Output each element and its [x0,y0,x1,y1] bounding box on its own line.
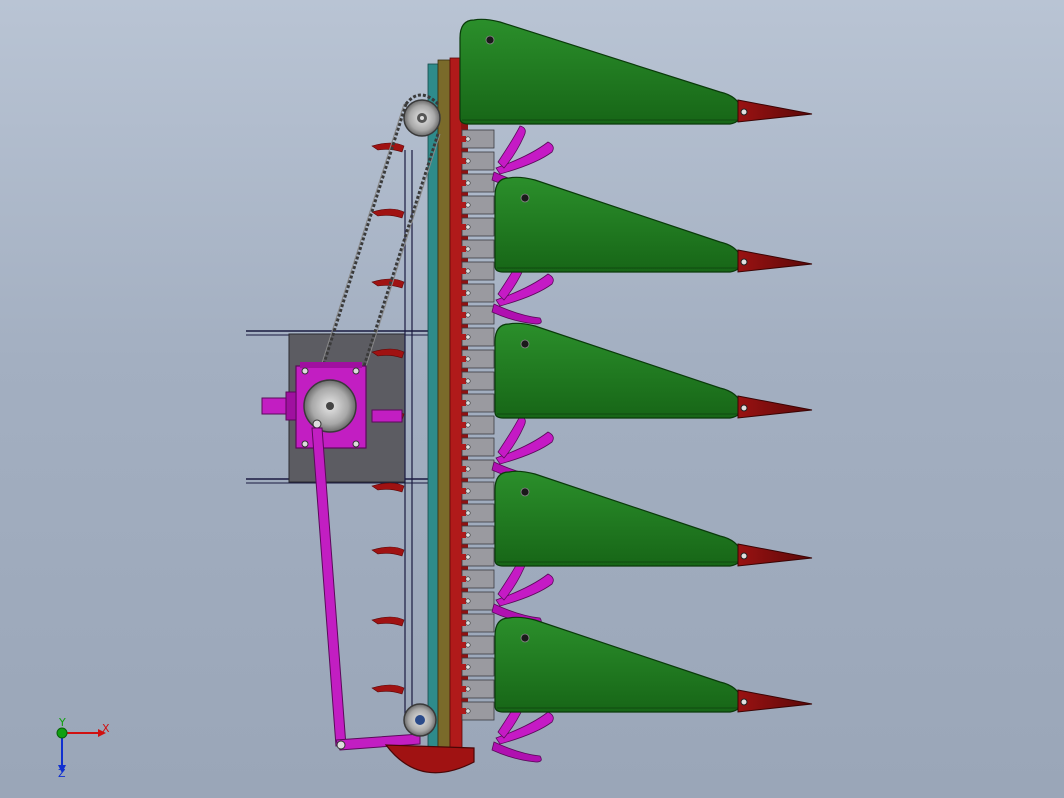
bolt [465,686,471,692]
divider-4 [494,470,813,567]
x-axis-label: X [102,722,110,735]
divider-tip [737,689,813,713]
cutter-lug [456,224,466,230]
star-finger [491,303,542,325]
bolt [465,356,471,362]
star-finger [491,741,542,763]
bolt [465,642,471,648]
tip-bolt [740,258,748,266]
cutter-lug [456,180,466,186]
cutter-lug [456,378,466,384]
bolt [465,466,471,472]
bolt [465,532,471,538]
pivot-bolt [485,35,495,45]
cutter-lug [456,268,466,274]
pivot-bolt [520,193,530,203]
sprocket-icon [403,99,441,137]
bolt [465,554,471,560]
bolt [465,290,471,296]
cutter-lug [456,642,466,648]
pivot-bolt [520,487,530,497]
divider-body [494,176,743,273]
cutter-lug [456,598,466,604]
divider-3 [494,322,813,419]
bolt [465,422,471,428]
cutter-lug [456,422,466,428]
cutter-lug [456,356,466,362]
divider-tip [737,249,813,273]
divider-tip [737,543,813,567]
tip-bolt [740,404,748,412]
cutter-lug [456,136,466,142]
bolt [465,268,471,274]
gearbox-bracket [371,409,403,423]
cutter-lug [456,488,466,494]
bolt [465,334,471,340]
cutter-lug [456,400,466,406]
tip-bolt [740,698,748,706]
cutter-lug [456,444,466,450]
cutter-lug [456,576,466,582]
divider-2 [494,176,813,273]
cutter-lug [456,554,466,560]
gearbox-icon [295,362,367,449]
pivot-bolt [520,339,530,349]
divider-body [494,322,743,419]
bolt [465,158,471,164]
input-shaft-icon [261,391,297,421]
cad-viewport[interactable]: X Y Z [0,0,1064,798]
cutter-lug [456,246,466,252]
y-axis-label: Y [58,716,66,729]
z-axis-label: Z [58,767,66,780]
tip-bolt [740,552,748,560]
view-triad[interactable]: X Y Z [56,716,110,780]
cutter-lug [456,158,466,164]
star-wheel-4 [491,557,554,625]
divider-1 [459,18,813,125]
pivot-bolt [520,633,530,643]
bolt [465,488,471,494]
bolt [465,202,471,208]
cutter-lug [456,312,466,318]
divider-tip [737,99,813,123]
bolt [465,708,471,714]
bolt [465,400,471,406]
bolt [465,620,471,626]
bolt [465,378,471,384]
cutter-mechanism [456,129,495,721]
cutter-lug [456,466,466,472]
divider-body [494,616,743,713]
bolt [465,444,471,450]
divider-tip [737,395,813,419]
cutter-lug [456,620,466,626]
bolt [465,246,471,252]
bolt [465,576,471,582]
divider-body [494,470,743,567]
bolt [465,664,471,670]
cutter-lug [456,202,466,208]
bolt [465,510,471,516]
bolt [465,136,471,142]
cutter-lug [456,290,466,296]
divider-5 [494,616,813,713]
tip-bolt [740,108,748,116]
y-axis-dot [56,727,68,739]
olive-bar [437,59,451,751]
bolt [465,180,471,186]
bolt [465,224,471,230]
divider-body [459,18,743,125]
frame-lines [404,70,431,745]
cutter-lug [456,664,466,670]
cutter-lug [456,532,466,538]
cutter-lug [456,510,466,516]
cutter-lug [456,708,466,714]
bolt [465,312,471,318]
cutter-lug [456,686,466,692]
cutter-lug [456,334,466,340]
bolt [465,598,471,604]
model-canvas[interactable]: X Y Z [0,0,1064,798]
